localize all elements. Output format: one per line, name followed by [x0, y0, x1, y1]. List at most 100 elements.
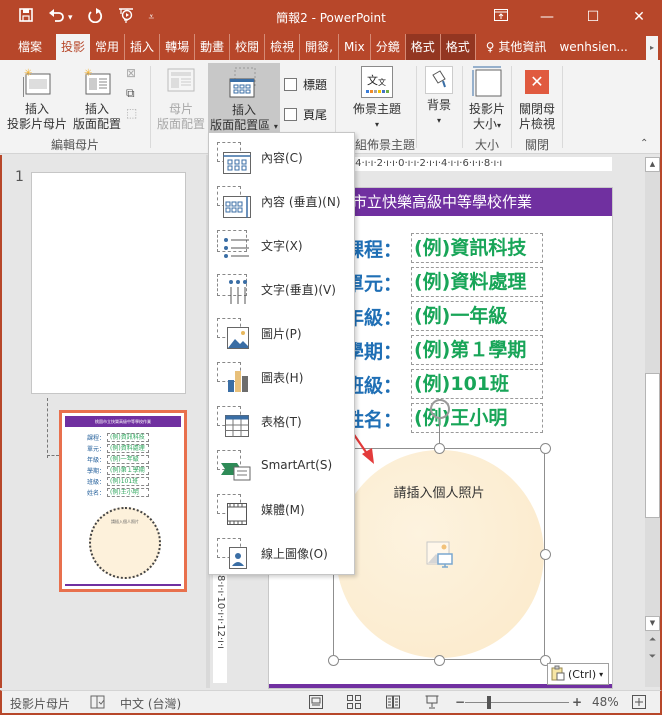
scroll-down-button[interactable]: ▼ — [645, 616, 660, 631]
accessibility-check-icon[interactable] — [90, 695, 106, 712]
slideshow-icon[interactable] — [425, 695, 439, 712]
user-account[interactable]: wenhsien... — [551, 34, 632, 60]
language-indicator[interactable]: 中文 (台灣) — [120, 695, 181, 712]
tab-scroll-right-icon[interactable]: ▸ — [646, 36, 658, 60]
tell-me[interactable]: ♀ 其他資訊 — [476, 34, 552, 60]
menu-item-text[interactable]: 文字(X) — [209, 223, 354, 267]
menu-item-label: 表格(T) — [261, 414, 302, 429]
insert-layout-line1: 插入 — [84, 102, 109, 116]
resize-handle-bottom-left[interactable] — [328, 655, 339, 666]
resize-handle-right[interactable] — [540, 549, 551, 560]
themes-button[interactable]: 文文 佈景主題 ▾ — [346, 66, 408, 132]
zoom-slider-thumb[interactable] — [487, 696, 491, 709]
content-vertical-placeholder-icon — [217, 186, 251, 218]
zoom-in-button[interactable]: + — [572, 695, 582, 709]
rename-icon[interactable]: ⧉ — [126, 86, 142, 106]
zoom-slider[interactable] — [465, 702, 569, 703]
previous-slide-icon[interactable]: ⏶ — [645, 635, 660, 645]
slide-sorter-icon[interactable] — [347, 695, 361, 712]
thumb-label: 單元： — [87, 446, 106, 453]
rotate-handle[interactable] — [430, 399, 450, 419]
normal-view-icon[interactable] — [309, 695, 323, 712]
fit-to-window-icon[interactable] — [632, 695, 646, 712]
footers-checkbox-label: 頁尾 — [303, 108, 328, 122]
chevron-down-icon: ▾ — [599, 669, 604, 679]
close-master-view-button[interactable]: ✕ 關閉母 片檢視 — [514, 66, 560, 132]
menu-item-media[interactable]: 媒體(M) — [209, 487, 354, 531]
tab-mix[interactable]: Mix — [339, 34, 371, 60]
thumb-value: (例)一年級 — [107, 455, 150, 464]
field-value-placeholder[interactable]: (例)資訊科技 — [411, 233, 543, 263]
next-slide-icon[interactable]: ⏷ — [645, 652, 660, 662]
tab-file[interactable]: 檔案 — [0, 34, 56, 60]
title-checkbox[interactable]: 標題 — [284, 76, 327, 93]
menu-item-picture[interactable]: 圖片(P) — [209, 311, 354, 355]
menu-item-content-vertical[interactable]: 內容 (垂直)(N) — [209, 179, 354, 223]
thumb-label: 姓名： — [87, 490, 106, 497]
footers-checkbox[interactable]: 頁尾 — [284, 106, 327, 123]
tab-storyboard[interactable]: 分鏡 — [371, 34, 406, 60]
insert-layout-button[interactable]: ✳ 插入 版面配置 — [70, 66, 124, 132]
tab-slide-master[interactable]: 投影 — [56, 34, 91, 60]
vertical-scrollbar[interactable]: ▲ ▼ ⏶ ⏷ — [645, 157, 660, 687]
zoom-out-button[interactable]: − — [455, 695, 465, 709]
minimize-button[interactable]: — — [524, 0, 570, 34]
menu-item-smartart[interactable]: SmartArt(S) — [209, 443, 354, 487]
tab-transitions[interactable]: 轉場 — [160, 34, 196, 60]
tree-connector — [47, 398, 48, 458]
master-layout-button[interactable]: 母片 版面配置 — [154, 66, 208, 132]
content-placeholder-icon — [217, 142, 251, 174]
close-button[interactable]: ✕ — [616, 0, 662, 34]
menu-item-label: 線上圖像(O) — [261, 546, 328, 561]
scroll-up-button[interactable]: ▲ — [645, 157, 660, 172]
menu-item-label: 圖表(H) — [261, 370, 304, 385]
insert-picture-icon[interactable] — [426, 540, 456, 570]
collapse-ribbon-icon[interactable]: ⌃ — [640, 138, 648, 149]
resize-handle-top[interactable] — [434, 443, 445, 454]
resize-handle-bottom[interactable] — [434, 655, 445, 666]
master-slide-thumbnail[interactable] — [31, 172, 186, 394]
field-value-placeholder[interactable]: (例)101班 — [411, 369, 543, 399]
checkbox-box[interactable] — [284, 108, 297, 121]
delete-icon[interactable]: ⊠ — [126, 66, 142, 86]
menu-item-content[interactable]: 內容(C) — [209, 135, 354, 179]
field-value-placeholder[interactable]: (例)第１學期 — [411, 335, 543, 365]
picture-placeholder-icon — [217, 318, 251, 349]
insert-placeholder-line1: 插入 — [231, 103, 256, 117]
layout-thumbnail-selected[interactable]: 桃園市立快樂高級中等學校作業 課程： (例)資訊科技 單元： (例)資料處理 年級：… — [59, 410, 187, 592]
tab-format-1[interactable]: 格式 — [405, 34, 441, 60]
tab-insert[interactable]: 插入 — [125, 34, 161, 60]
slide-size-button[interactable]: 投影片 大小▾ — [466, 66, 508, 133]
tab-developer[interactable]: 開發, — [300, 34, 339, 60]
tab-animations[interactable]: 動畫 — [195, 34, 231, 60]
tab-view[interactable]: 檢視 — [265, 34, 301, 60]
insert-placeholder-button[interactable]: 插入 版面配置區 ▾ — [208, 63, 280, 135]
menu-item-text-vertical[interactable]: 文字(垂直)(V) — [209, 267, 354, 311]
resize-handle-top-right[interactable] — [540, 443, 551, 454]
preserve-icon[interactable]: ⬚ — [126, 106, 142, 126]
checkbox-box[interactable] — [284, 78, 297, 91]
tab-review[interactable]: 校閱 — [230, 34, 266, 60]
tab-format-2[interactable]: 格式 — [440, 34, 476, 60]
menu-item-online-image[interactable]: 線上圖像(O) — [209, 531, 354, 575]
reading-view-icon[interactable] — [386, 695, 400, 712]
field-row-semester: 學期： (例)第１學期 — [345, 335, 543, 365]
paste-options-button[interactable]: (Ctrl) ▾ — [547, 663, 609, 685]
maximize-button[interactable]: ☐ — [570, 0, 616, 34]
menu-item-table[interactable]: 表格(T) — [209, 399, 354, 443]
insert-slide-master-button[interactable]: ✳ 插入 投影片母片 — [4, 66, 70, 132]
thumb-label: 學期： — [87, 468, 106, 475]
zoom-percent[interactable]: 48% — [592, 695, 619, 709]
ribbon-display-options-icon[interactable] — [478, 0, 524, 34]
field-row-unit: 單元： (例)資料處理 — [345, 267, 543, 297]
tab-home[interactable]: 常用 — [90, 34, 126, 60]
scroll-thumb[interactable] — [645, 373, 660, 518]
text-vertical-placeholder-icon — [217, 274, 251, 304]
field-value-placeholder[interactable]: (例)一年級 — [411, 301, 543, 331]
small-master-tools: ⊠ ⧉ ⬚ — [126, 66, 142, 126]
menu-item-chart[interactable]: 圖表(H) — [209, 355, 354, 399]
group-label-edit-theme: 組佈景主題 — [355, 138, 416, 152]
background-label: 背景 — [426, 98, 451, 112]
background-button[interactable]: 背景 ▾ — [420, 66, 458, 128]
field-value-placeholder[interactable]: (例)資料處理 — [411, 267, 543, 297]
